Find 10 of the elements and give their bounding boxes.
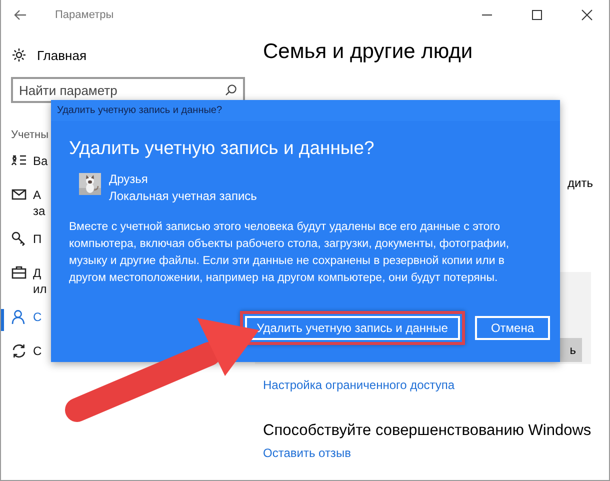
partial-text: дить: [566, 176, 594, 190]
account-type: Локальная учетная запись: [109, 188, 257, 205]
page-title: Семья и другие люди: [263, 40, 474, 64]
account-name: Друзья: [109, 171, 149, 188]
dialog-message: Вместе с учетной записью этого человека будут удалены все его данные с этого компьютера, включая объекты рабочего стола, загрузки, документы, фотографии, музыку и другие файлы. Если эти данные не сохранены в резервной копии или в другом местоположении, например на другом компьютере, они будут потеряны.: [69, 220, 510, 286]
window-title: Параметры: [55, 9, 114, 21]
dialog-caption: Удалить учетную запись и данные?: [51, 100, 560, 121]
section-heading: Учетны: [11, 129, 50, 141]
section-heading: Способствуйте совершенствованию Windows: [263, 422, 592, 440]
dialog-title: Удалить учетную запись и данные?: [69, 137, 376, 159]
